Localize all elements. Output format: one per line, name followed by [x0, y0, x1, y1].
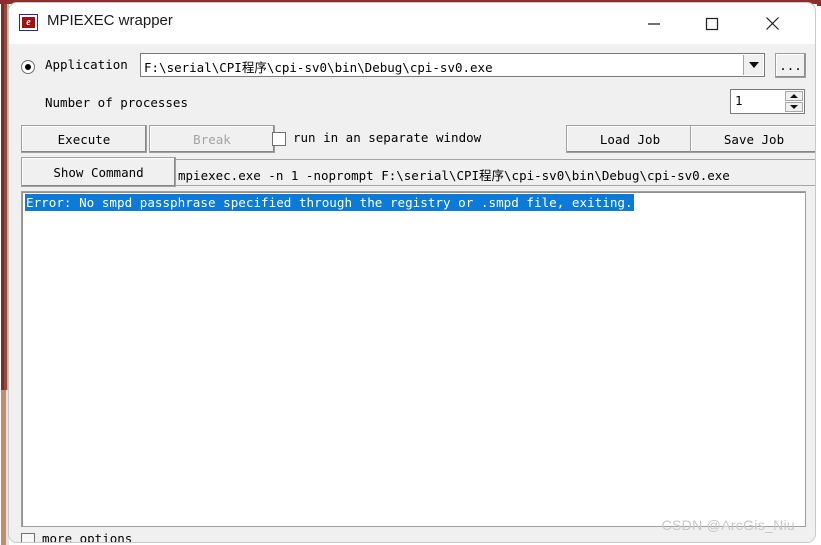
- command-line-value: mpiexec.exe -n 1 -noprompt F:\serial\CPI…: [178, 168, 730, 183]
- minimize-button[interactable]: [631, 3, 677, 44]
- maximize-icon: [705, 17, 719, 30]
- browse-button[interactable]: ...: [775, 53, 806, 78]
- number-of-processes-label: Number of processes: [45, 95, 188, 110]
- execute-button[interactable]: Execute: [21, 125, 147, 153]
- save-job-button[interactable]: Save Job: [690, 125, 815, 153]
- chevron-down-glyph: [748, 62, 759, 68]
- run-in-separate-window-label: run in an separate window: [293, 130, 482, 145]
- window-titlebar: e MPIEXEC wrapper: [9, 3, 815, 44]
- app-icon-glyph: e: [22, 17, 35, 28]
- watermark: CSDN @ArcGis_Niu: [661, 517, 795, 533]
- more-options-label: more options: [42, 531, 133, 542]
- stepper-up-button[interactable]: [785, 91, 803, 101]
- command-line-field[interactable]: mpiexec.exe -n 1 -noprompt F:\serial\CPI…: [169, 159, 815, 186]
- close-icon: [765, 17, 779, 30]
- caret-up-icon: [790, 94, 798, 98]
- chevron-down-icon[interactable]: [743, 55, 763, 75]
- number-of-processes-value: 1: [735, 93, 743, 108]
- break-button: Break: [149, 125, 275, 153]
- close-button[interactable]: [749, 3, 795, 44]
- load-job-button[interactable]: Load Job: [566, 125, 694, 153]
- run-in-separate-window-checkbox[interactable]: [272, 132, 286, 146]
- caret-down-icon: [790, 105, 798, 109]
- stepper-down-button[interactable]: [785, 102, 803, 112]
- application-label: Application: [45, 57, 128, 72]
- window-client-area: Application F:\serial\CPI程序\cpi-sv0\bin\…: [9, 44, 815, 542]
- mpiexec-wrapper-window: e MPIEXEC wrapper Application F:\serial\…: [9, 3, 815, 542]
- desktop-accent-band-right: [817, 0, 821, 545]
- number-of-processes-stepper[interactable]: 1: [730, 89, 805, 114]
- application-path-value: F:\serial\CPI程序\cpi-sv0\bin\Debug\cpi-sv…: [144, 60, 493, 75]
- more-options-checkbox[interactable]: [21, 533, 35, 542]
- application-combobox[interactable]: F:\serial\CPI程序\cpi-sv0\bin\Debug\cpi-sv…: [140, 53, 765, 77]
- output-textarea[interactable]: Error: No smpd passphrase specified thro…: [21, 191, 806, 527]
- maximize-button[interactable]: [689, 3, 735, 44]
- desktop-accent-band-bottom: [0, 390, 9, 545]
- minimize-icon: [648, 22, 660, 25]
- show-command-button[interactable]: Show Command: [21, 157, 176, 187]
- window-title: MPIEXEC wrapper: [47, 12, 173, 29]
- mpiexec-app-icon: e: [19, 14, 38, 31]
- output-error-line: Error: No smpd passphrase specified thro…: [25, 194, 634, 211]
- application-radio[interactable]: [21, 60, 35, 74]
